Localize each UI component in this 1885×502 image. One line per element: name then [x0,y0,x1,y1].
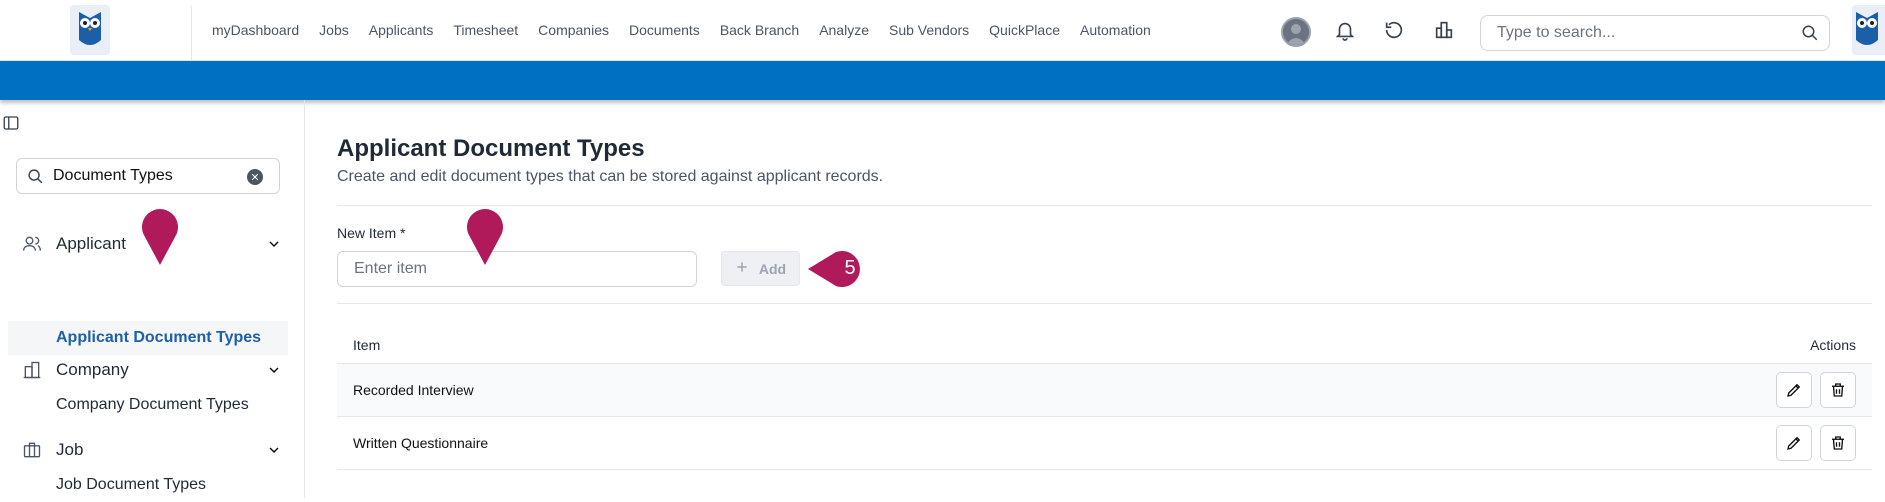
chevron-down-icon[interactable] [266,442,282,458]
sidebar-item-label: Applicant Document Types [56,329,262,346]
sidebar-item-applicant-document-types[interactable]: Applicant Document Types [8,321,288,355]
nav-timesheet[interactable]: Timesheet [453,22,518,38]
sidebar-toggle-icon[interactable] [2,114,20,137]
global-search-input[interactable] [1481,16,1781,50]
sidebar-group-label: Company [56,360,129,379]
pencil-icon [1787,383,1801,397]
callout-marker-5: 5 [806,249,874,289]
nav-sub-vendors[interactable]: Sub Vendors [889,22,969,38]
briefcase-icon [22,440,42,460]
nav-jobs[interactable]: Jobs [319,22,349,38]
building-icon [22,360,42,380]
table-header: Item Actions [337,326,1872,364]
divider [337,205,1872,206]
new-item-label: New Item * [337,225,406,241]
document-types-table: Item Actions Recorded Interview Written … [337,326,1872,470]
trash-icon [1832,383,1844,397]
top-navbar: myDashboard Jobs Applicants Timesheet Co… [0,0,1885,61]
edit-button[interactable] [1776,425,1812,461]
user-avatar[interactable] [1281,17,1311,47]
sidebar-item-job-document-types[interactable]: Job Document Types [8,468,288,502]
reports-icon[interactable] [1430,16,1458,44]
main-nav: myDashboard Jobs Applicants Timesheet Co… [212,22,1151,38]
edit-button[interactable] [1776,372,1812,408]
sidebar-item-label: Company Document Types [56,396,249,413]
sidebar-group-label: Job [56,440,84,459]
users-icon [22,234,42,254]
row-item-name: Written Questionnaire [353,435,489,451]
plus-icon [735,260,749,277]
search-icon[interactable] [1801,24,1819,47]
nav-documents[interactable]: Documents [629,22,700,38]
delete-button[interactable] [1820,372,1856,408]
divider [337,303,1872,304]
add-button[interactable]: Add [721,251,800,286]
history-icon[interactable] [1380,16,1408,44]
nav-analyze[interactable]: Analyze [819,22,869,38]
header-banner [0,61,1885,100]
callout-number: 4 [521,217,533,239]
sidebar-search-input[interactable] [53,159,243,193]
sidebar-item-company-document-types[interactable]: Company Document Types [8,388,288,422]
column-header-item: Item [353,336,381,353]
search-icon [27,168,44,190]
callout-number: 3 [196,217,208,239]
column-header-actions: Actions [1810,336,1856,353]
clear-search-icon[interactable]: ✕ [247,169,263,185]
nav-applicants[interactable]: Applicants [369,22,434,38]
nav-mydashboard[interactable]: myDashboard [212,22,299,38]
global-search[interactable] [1480,15,1830,51]
sidebar-search[interactable]: ✕ [16,158,280,194]
owl-logo-icon[interactable] [70,5,110,55]
pencil-icon [1787,436,1801,450]
chevron-down-icon[interactable] [266,236,282,252]
chevron-down-icon[interactable] [266,362,282,378]
owl-logo-icon-right[interactable] [1852,5,1885,55]
delete-button[interactable] [1820,425,1856,461]
settings-sidebar: ✕ Applicant Applicant Document Types Com… [0,100,305,498]
table-row: Written Questionnaire [337,417,1872,470]
nav-back-branch[interactable]: Back Branch [720,22,799,38]
row-item-name: Recorded Interview [353,382,474,398]
nav-companies[interactable]: Companies [538,22,609,38]
new-item-input[interactable] [337,251,697,287]
table-row: Recorded Interview [337,364,1872,417]
trash-icon [1832,436,1844,450]
page-title: Applicant Document Types [337,135,645,162]
nav-automation[interactable]: Automation [1080,22,1151,38]
bell-icon[interactable] [1331,16,1359,44]
nav-quickplace[interactable]: QuickPlace [989,22,1060,38]
sidebar-group-job[interactable]: Job [22,435,282,465]
page-subtitle: Create and edit document types that can … [337,168,884,185]
callout-number: 5 [844,257,856,279]
sidebar-group-company[interactable]: Company [22,355,282,385]
sidebar-item-label: Job Document Types [56,476,207,493]
callout-marker-4: 4 [464,207,533,267]
add-button-label: Add [758,260,787,277]
nav-divider [191,6,192,60]
callout-marker-3: 3 [139,207,208,267]
